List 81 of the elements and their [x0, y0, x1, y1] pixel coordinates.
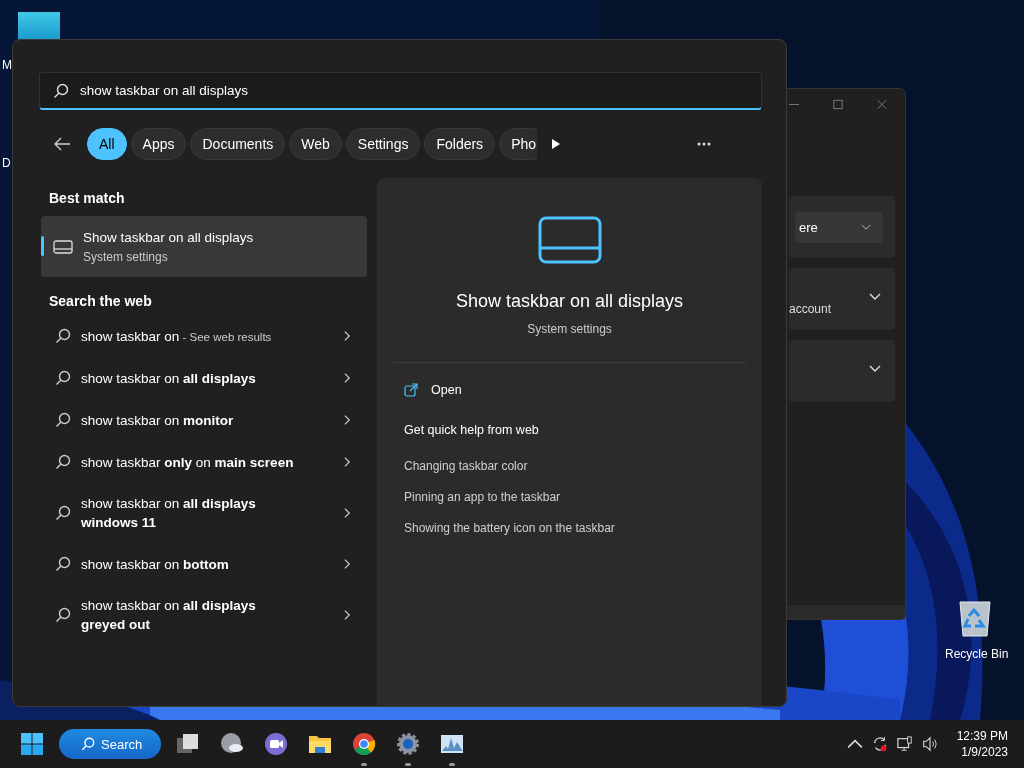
web-suggestion[interactable]: show taskbar on all displays	[41, 357, 367, 399]
chart-window-icon[interactable]	[440, 732, 465, 756]
search-icon	[55, 412, 71, 428]
best-match-item[interactable]: Show taskbar on all displays System settings	[41, 216, 367, 277]
web-suggestion[interactable]: show taskbar on all displays windows 11	[41, 483, 367, 543]
search-icon	[53, 83, 69, 99]
help-heading: Get quick help from web	[404, 423, 539, 437]
setting-description: account	[789, 302, 832, 316]
web-suggestion[interactable]: show taskbar only on main screen	[41, 441, 367, 483]
chevron-right-icon	[344, 414, 351, 426]
play-icon[interactable]	[551, 138, 561, 150]
filter-tab[interactable]: Pho	[499, 128, 537, 160]
filter-tab[interactable]: Documents	[190, 128, 286, 160]
more-icon[interactable]	[697, 142, 711, 146]
filter-tab[interactable]: Apps	[130, 128, 187, 160]
clock[interactable]: 12:39 PM 1/9/2023	[956, 729, 1008, 759]
search-icon	[81, 737, 95, 751]
dropdown[interactable]: ere	[795, 211, 883, 243]
desktop-icon-label[interactable]: Recycle Bin	[945, 647, 1009, 661]
suggestion-text: show taskbar on all displays	[81, 496, 257, 511]
suggestion-text: show taskbar on all displays	[81, 598, 257, 613]
chevron-right-icon	[344, 372, 351, 384]
volume-icon[interactable]	[921, 736, 938, 752]
filter-tab[interactable]: Settings	[345, 128, 421, 160]
task-view-icon[interactable]	[176, 732, 201, 756]
search-field[interactable]: show taskbar on all displays	[39, 72, 762, 110]
desktop-icon-label: M	[2, 58, 12, 72]
filter-tab[interactable]: All	[87, 128, 127, 160]
suggestion-text: windows 11	[81, 515, 158, 530]
result-title: Show taskbar on all displays	[83, 229, 254, 245]
desktop-icon-label: D	[2, 156, 11, 170]
web-suggestion[interactable]: show taskbar on - See web results	[41, 315, 367, 357]
suggestion-text: show taskbar on - See web results	[81, 328, 273, 344]
suggestion-text: greyed out	[81, 617, 151, 632]
search-icon	[55, 454, 71, 470]
preview-title: Show taskbar on all displays	[455, 291, 684, 312]
section-heading: Search the web	[48, 292, 153, 311]
search-icon	[55, 607, 71, 623]
external-link-icon	[404, 383, 418, 397]
weather-icon[interactable]	[220, 732, 245, 756]
result-subtitle: System settings	[83, 249, 169, 264]
search-icon	[55, 328, 71, 344]
suggestion-text: show taskbar on bottom	[81, 556, 230, 572]
app-icon[interactable]	[18, 12, 60, 40]
maximize-icon[interactable]	[833, 99, 843, 110]
filter-tab[interactable]: Web	[289, 128, 342, 160]
chevron-icon[interactable]	[869, 293, 881, 301]
search-icon	[55, 505, 71, 521]
taskbar-icon	[53, 239, 73, 254]
search-button[interactable]: Search	[59, 729, 162, 759]
chevron-down-icon	[861, 223, 871, 231]
network-icon[interactable]	[896, 736, 913, 752]
section-heading: Best match	[48, 189, 126, 208]
start-icon[interactable]	[20, 732, 44, 756]
filter-tab[interactable]: Folders	[424, 128, 496, 160]
search-icon	[55, 556, 71, 572]
browser-icon[interactable]	[352, 732, 377, 756]
suggestion-text: show taskbar only on main screen	[81, 454, 295, 470]
web-suggestion[interactable]: show taskbar on monitor	[41, 399, 367, 441]
help-link[interactable]: Changing taskbar color	[404, 459, 528, 473]
chevron-right-icon	[344, 456, 351, 468]
taskbar-icon	[537, 216, 602, 264]
help-link[interactable]: Showing the battery icon on the taskbar	[404, 521, 615, 535]
preview-subtitle: System settings	[527, 322, 612, 336]
web-suggestion[interactable]: show taskbar on all displays greyed out	[41, 585, 367, 645]
suggestion-text: show taskbar on all displays	[81, 370, 257, 386]
chevron-icon[interactable]	[869, 365, 881, 373]
gear-icon[interactable]	[396, 732, 421, 756]
sync-icon[interactable]	[871, 736, 888, 752]
recycle-bin-icon[interactable]	[957, 598, 993, 638]
help-link[interactable]: Pinning an app to the taskbar	[404, 490, 561, 504]
open-link[interactable]: Open	[404, 383, 462, 397]
chevron-right-icon	[344, 558, 351, 570]
chevron-right-icon	[344, 507, 351, 519]
chevron-right-icon	[344, 609, 351, 621]
web-suggestion[interactable]: show taskbar on bottom	[41, 543, 367, 585]
chevron-right-icon	[344, 330, 351, 342]
back-arrow-icon[interactable]	[53, 137, 71, 151]
search-icon	[55, 370, 71, 386]
suggestion-text: show taskbar on monitor	[81, 412, 235, 428]
video-chat-icon[interactable]	[264, 732, 289, 756]
